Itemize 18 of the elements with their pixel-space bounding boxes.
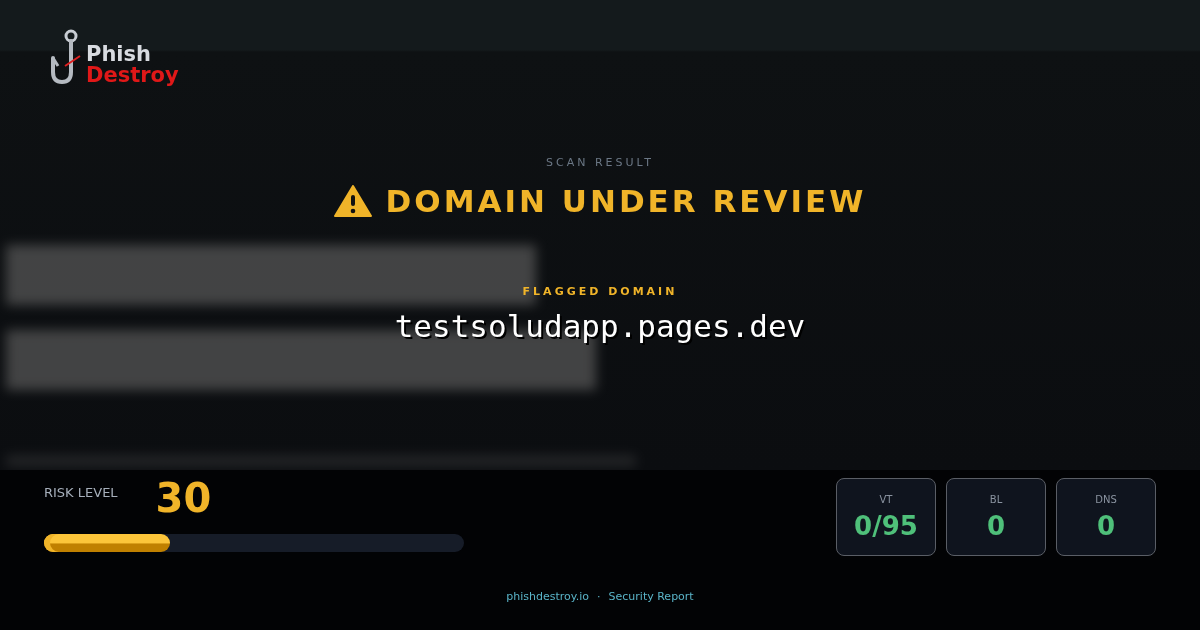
stat-value: 0/95 [854, 510, 918, 541]
stat-value: 0 [1096, 510, 1116, 541]
domain-name: testsoludapp.pages.dev [394, 308, 806, 344]
status-heading: DOMAIN UNDER REVIEW [385, 183, 867, 219]
stat-value: 0 [986, 510, 1006, 541]
separator-dot: · [597, 590, 601, 603]
footer-title: Security Report [608, 590, 694, 603]
logo-text: Phish [86, 44, 152, 65]
stat-label: DNS [1095, 493, 1117, 505]
risk-score: 30 [155, 478, 212, 518]
logo-text: Destroy [86, 65, 179, 86]
stat-label: BL [989, 493, 1003, 505]
domain-label: FLAGGED DOMAIN [522, 285, 678, 298]
risk-label: RISK LEVEL [44, 485, 118, 500]
warning-icon [333, 185, 372, 217]
section-label: SCAN RESULT [546, 156, 654, 169]
site-link[interactable]: phishdestroy.io [506, 590, 590, 603]
stat-label: VT [879, 493, 893, 505]
